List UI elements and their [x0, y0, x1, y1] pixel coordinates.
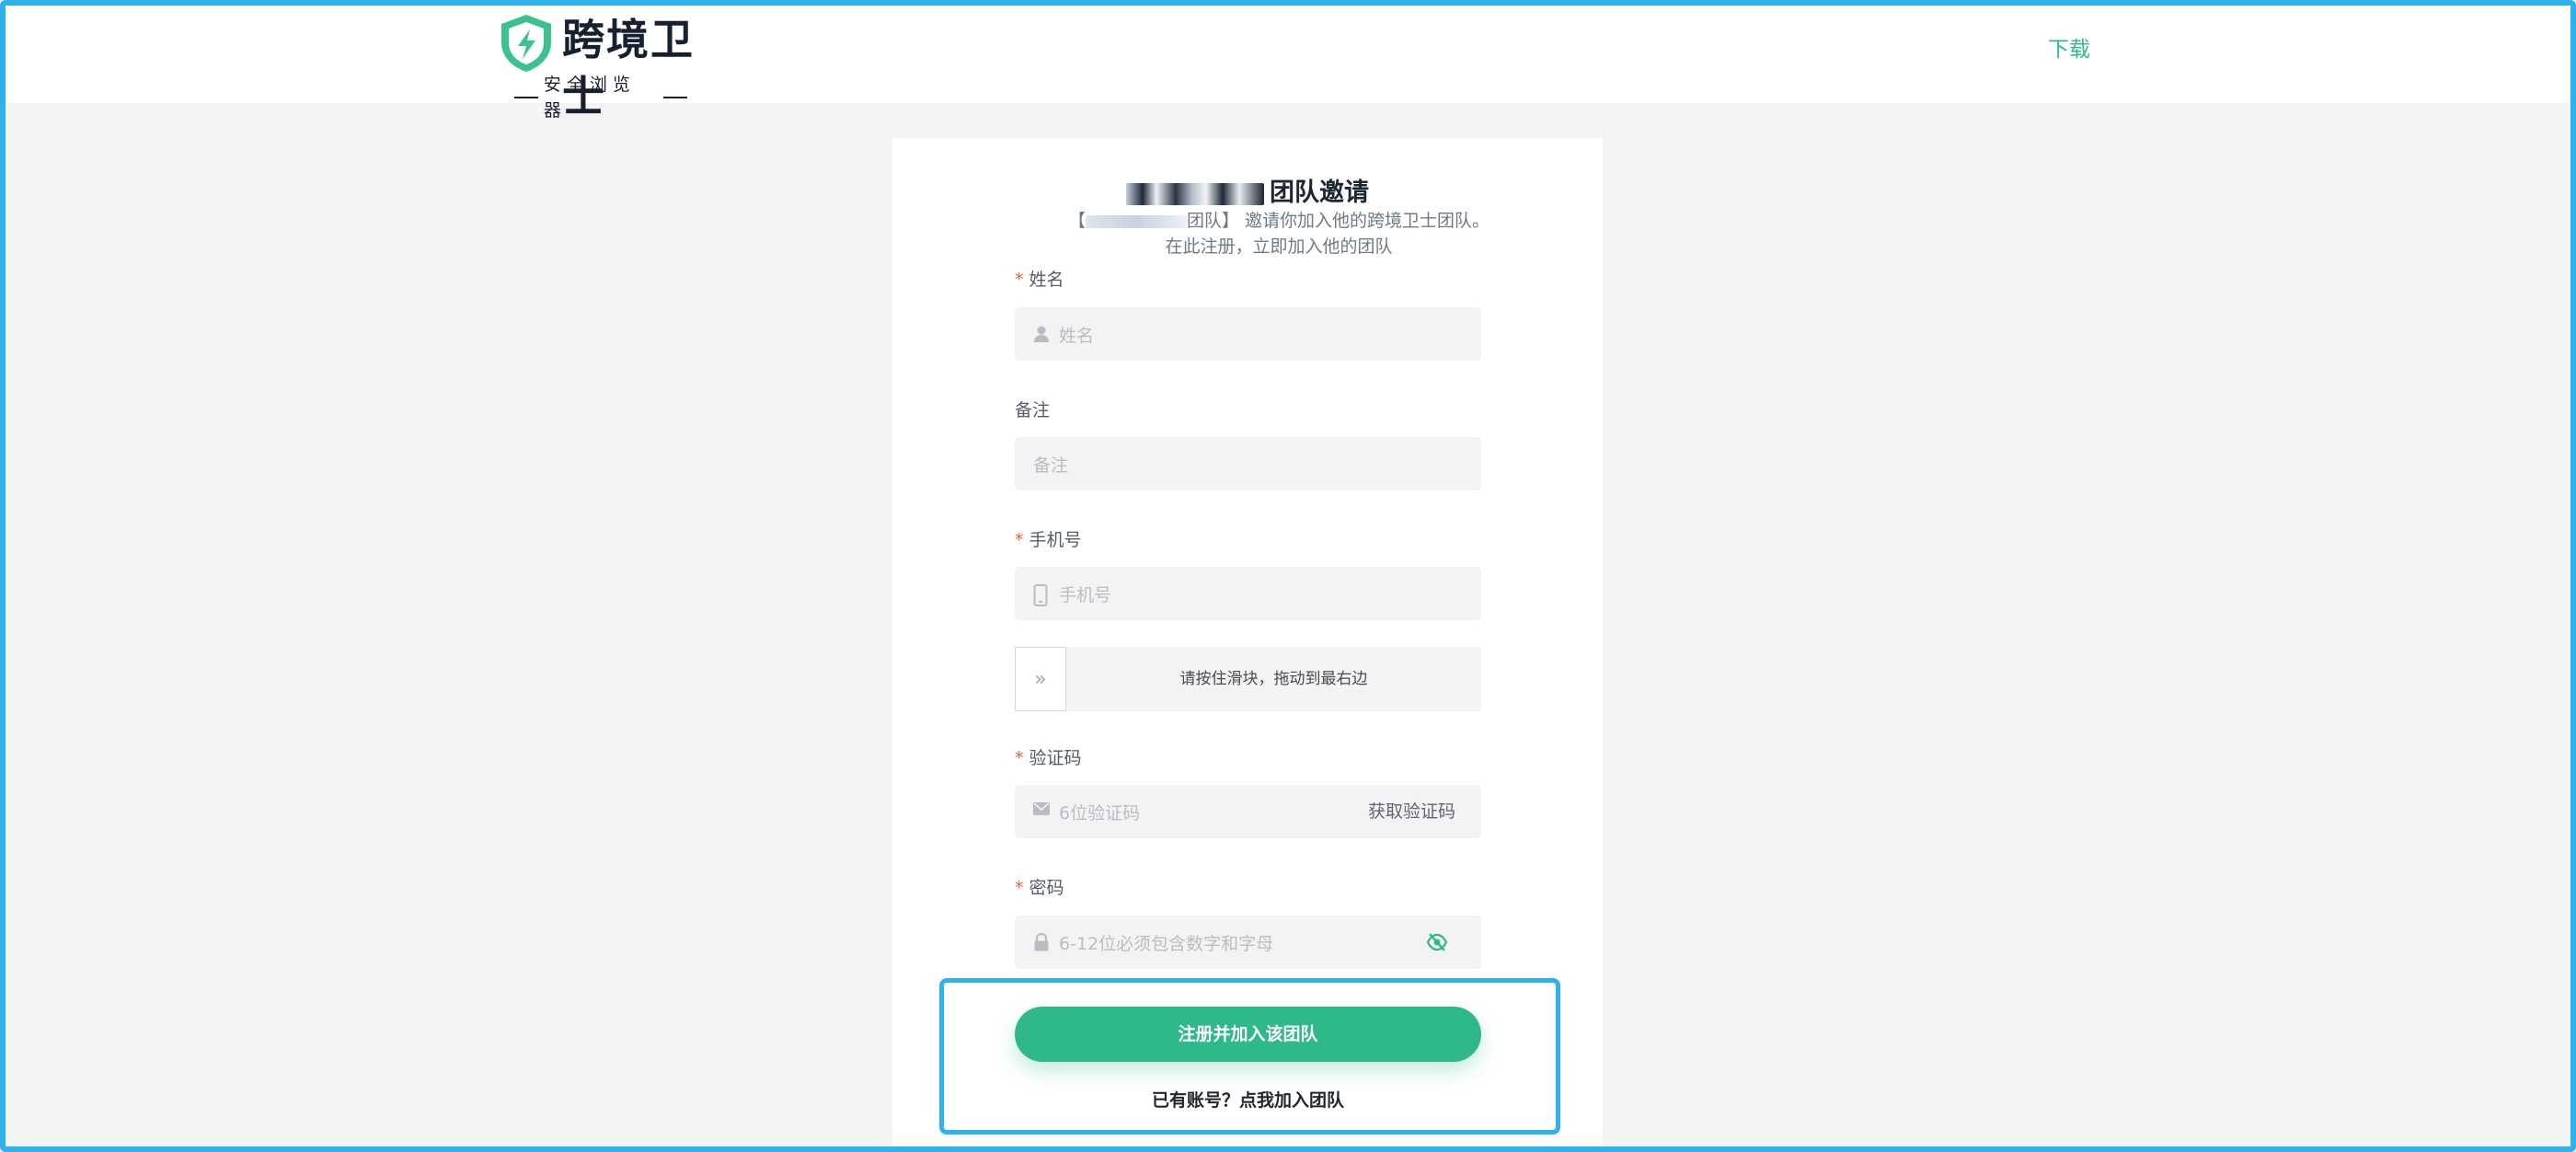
mail-icon — [1033, 802, 1050, 821]
double-chevron-right-icon: » — [1034, 667, 1047, 691]
slider-captcha[interactable]: » 请按住滑块，拖动到最右边 — [1015, 647, 1481, 711]
logo-subtitle-text: 安全浏览器 — [543, 75, 636, 121]
required-mark: * — [1015, 530, 1024, 550]
name-placeholder: 姓名 — [1059, 325, 1095, 346]
remark-label: 备注 — [1015, 400, 1051, 420]
register-join-button[interactable]: 注册并加入该团队 — [1015, 1007, 1481, 1062]
password-label: * 密码 — [1015, 875, 1064, 901]
slider-handle[interactable]: » — [1015, 647, 1066, 711]
password-label-text: 密码 — [1029, 878, 1064, 898]
invite-bracket: 【 — [1067, 211, 1086, 231]
password-placeholder: 6-12位必须包含数字和字母 — [1059, 933, 1274, 954]
password-input[interactable]: 6-12位必须包含数字和字母 — [1015, 916, 1481, 969]
shield-logo-icon — [501, 15, 551, 72]
existing-account-link[interactable]: 已有账号？点我加入团队 — [1015, 1086, 1481, 1115]
name-label: * 姓名 — [1015, 267, 1064, 293]
slider-instruction: 请按住滑块，拖动到最右边 — [1179, 670, 1368, 688]
redacted-team-name — [1126, 182, 1264, 205]
invite-description-line2: 在此注册，立即加入他的团队 — [1165, 236, 1393, 257]
download-link[interactable]: 下载 — [2048, 33, 2090, 66]
required-mark: * — [1015, 748, 1024, 768]
code-label: * 验证码 — [1015, 745, 1082, 771]
required-mark: * — [1015, 878, 1024, 898]
phone-label-text: 手机号 — [1029, 530, 1082, 550]
lock-icon — [1033, 933, 1050, 951]
redacted-team-name-small — [1085, 214, 1187, 228]
user-icon — [1033, 325, 1050, 343]
logo-dash-right — [663, 97, 687, 98]
name-input[interactable]: 姓名 — [1015, 307, 1481, 361]
get-code-button[interactable]: 获取验证码 — [1368, 785, 1455, 838]
remark-placeholder: 备注 — [1033, 455, 1069, 476]
phone-placeholder: 手机号 — [1059, 584, 1112, 605]
invite-title: 团队邀请 — [892, 175, 1603, 212]
top-header: 跨境卫士 安全浏览器 下载 — [6, 6, 2570, 121]
invite-title-text: 团队邀请 — [1270, 179, 1369, 207]
logo-subtitle: 安全浏览器 — [509, 72, 693, 123]
logo-dash-left — [514, 97, 538, 98]
required-mark: * — [1015, 270, 1024, 290]
brand-logo[interactable]: 跨境卫士 安全浏览器 — [498, 9, 700, 121]
phone-icon — [1033, 584, 1050, 606]
code-label-text: 验证码 — [1029, 748, 1082, 768]
code-placeholder: 6位验证码 — [1059, 802, 1141, 824]
phone-label: * 手机号 — [1015, 527, 1082, 553]
invite-description: 【 团队】 邀请你加入他的跨境卫士团队。 在此注册，立即加入他的团队 — [1030, 208, 1527, 259]
remark-input[interactable]: 备注 — [1015, 437, 1481, 490]
code-input[interactable]: 6位验证码 获取验证码 — [1015, 785, 1481, 838]
name-label-text: 姓名 — [1029, 270, 1064, 290]
eye-off-icon[interactable] — [1426, 932, 1448, 952]
invite-description-text: 团队】 邀请你加入他的跨境卫士团队。 — [1186, 211, 1490, 231]
invite-description-line1: 【 团队】 邀请你加入他的跨境卫士团队。 — [1030, 208, 1527, 234]
phone-input[interactable]: 手机号 — [1015, 567, 1481, 620]
